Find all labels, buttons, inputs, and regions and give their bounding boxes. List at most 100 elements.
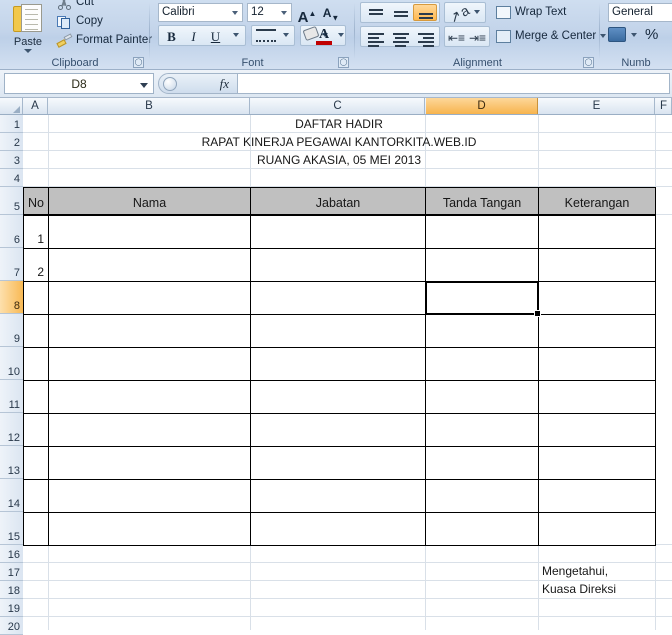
italic-button[interactable]: I — [183, 27, 204, 44]
table-cell-no[interactable] — [23, 347, 49, 381]
table-header-keterangan[interactable]: Keterangan — [538, 187, 656, 215]
cell-area[interactable]: DAFTAR HADIR RAPAT KINERJA PEGAWAI KANTO… — [23, 115, 672, 630]
table-cell-no[interactable] — [23, 479, 49, 513]
table-cell-no[interactable] — [23, 446, 49, 480]
percent-style-button[interactable]: % — [645, 26, 658, 43]
cell-title-line-2[interactable]: RAPAT KINERJA PEGAWAI KANTORKITA.WEB.ID — [23, 133, 655, 151]
row-header-1[interactable]: 1 — [0, 115, 23, 133]
row-header-3[interactable]: 3 — [0, 151, 23, 169]
table-cell-nama[interactable] — [48, 446, 251, 480]
row-header-10[interactable]: 10 — [0, 347, 23, 380]
formula-input[interactable] — [238, 73, 670, 94]
row-header-9[interactable]: 9 — [0, 314, 23, 347]
table-cell-tanda-tangan[interactable] — [425, 281, 539, 315]
cell-title-line-1[interactable]: DAFTAR HADIR — [23, 115, 655, 133]
table-cell-keterangan[interactable] — [538, 281, 656, 315]
table-cell-no[interactable] — [23, 281, 49, 315]
font-color-chevron-down-icon[interactable] — [338, 33, 344, 37]
cell-row-number-1[interactable]: 1 — [23, 215, 48, 248]
table-cell-tanda-tangan[interactable] — [425, 380, 539, 414]
font-name-select[interactable]: Calibri — [158, 3, 243, 22]
cell-signature-line-2[interactable]: Kuasa Direksi — [538, 580, 656, 598]
table-cell-keterangan[interactable] — [538, 314, 656, 348]
row-header-5[interactable]: 5 — [0, 187, 23, 215]
table-cell-nama[interactable] — [48, 281, 251, 315]
shrink-font-button[interactable]: A▼ — [320, 3, 342, 22]
table-cell-jabatan[interactable] — [250, 512, 426, 546]
row-header-8[interactable]: 8 — [0, 281, 23, 314]
table-cell-jabatan[interactable] — [250, 314, 426, 348]
underline-chevron-down-icon[interactable] — [233, 33, 239, 37]
row-header-13[interactable]: 13 — [0, 446, 23, 479]
table-cell-keterangan[interactable] — [538, 413, 656, 447]
row-header-4[interactable]: 4 — [0, 169, 23, 187]
row-header-14[interactable]: 14 — [0, 479, 23, 512]
name-box[interactable]: D8 — [4, 73, 154, 94]
table-cell-tanda-tangan[interactable] — [425, 413, 539, 447]
number-format-select[interactable]: General — [608, 3, 672, 22]
table-cell-no[interactable] — [23, 512, 49, 546]
table-cell-keterangan[interactable] — [538, 248, 656, 282]
merge-center-button[interactable]: Merge & Center — [495, 28, 607, 45]
row-header-12[interactable]: 12 — [0, 413, 23, 446]
cell-signature-line-1[interactable]: Mengetahui, — [538, 562, 656, 580]
table-cell-tanda-tangan[interactable] — [425, 512, 539, 546]
chevron-down-icon[interactable] — [232, 11, 238, 15]
table-cell-tanda-tangan[interactable] — [425, 314, 539, 348]
table-cell-no[interactable] — [23, 380, 49, 414]
table-cell-nama[interactable] — [48, 479, 251, 513]
table-cell-keterangan[interactable] — [538, 479, 656, 513]
underline-button[interactable]: U — [205, 27, 226, 44]
table-cell-jabatan[interactable] — [250, 380, 426, 414]
table-cell-jabatan[interactable] — [250, 248, 426, 282]
table-cell-jabatan[interactable] — [250, 281, 426, 315]
table-cell-jabatan[interactable] — [250, 479, 426, 513]
table-cell-nama[interactable] — [48, 314, 251, 348]
format-painter-button[interactable]: Format Painter — [55, 31, 152, 50]
table-cell-tanda-tangan[interactable] — [425, 248, 539, 282]
table-cell-nama[interactable] — [48, 215, 251, 249]
align-center-button[interactable] — [388, 28, 412, 47]
insert-function-icon[interactable] — [163, 77, 177, 91]
accounting-format-icon[interactable] — [608, 27, 626, 42]
chevron-down-icon[interactable] — [281, 11, 287, 15]
table-header-tanda-tangan[interactable]: Tanda Tangan — [425, 187, 539, 215]
row-header-15[interactable]: 15 — [0, 512, 23, 545]
table-cell-no[interactable] — [23, 413, 49, 447]
orientation-chevron-down-icon[interactable] — [474, 10, 480, 14]
table-cell-jabatan[interactable] — [250, 215, 426, 249]
row-header-20[interactable]: 20 — [0, 617, 23, 635]
table-cell-nama[interactable] — [48, 413, 251, 447]
row-header-19[interactable]: 19 — [0, 599, 23, 617]
align-right-button[interactable] — [413, 28, 437, 47]
borders-icon[interactable] — [256, 29, 276, 42]
table-cell-jabatan[interactable] — [250, 413, 426, 447]
column-header-c[interactable]: C — [251, 98, 425, 114]
bold-button[interactable]: B — [161, 27, 182, 44]
decrease-indent-icon[interactable]: ⇤≡ — [448, 31, 465, 45]
top-align-button[interactable] — [363, 4, 387, 21]
table-cell-keterangan[interactable] — [538, 215, 656, 249]
chevron-down-icon[interactable] — [140, 83, 148, 88]
table-cell-jabatan[interactable] — [250, 446, 426, 480]
cell-row-number-2[interactable]: 2 — [23, 248, 48, 281]
column-header-d[interactable]: D — [426, 98, 538, 114]
table-header-nama[interactable]: Nama — [48, 187, 251, 215]
row-header-17[interactable]: 17 — [0, 563, 23, 581]
cut-button[interactable]: Cut — [55, 0, 94, 12]
table-cell-tanda-tangan[interactable] — [425, 347, 539, 381]
table-cell-nama[interactable] — [48, 248, 251, 282]
row-header-16[interactable]: 16 — [0, 545, 23, 563]
column-header-e[interactable]: E — [539, 98, 655, 114]
cell-title-line-3[interactable]: RUANG AKASIA, 05 MEI 2013 — [23, 151, 655, 169]
table-cell-tanda-tangan[interactable] — [425, 446, 539, 480]
row-header-18[interactable]: 18 — [0, 581, 23, 599]
table-cell-nama[interactable] — [48, 347, 251, 381]
alignment-dialog-launcher[interactable]: ◯ — [583, 57, 594, 68]
table-cell-keterangan[interactable] — [538, 347, 656, 381]
increase-indent-icon[interactable]: ⇥≡ — [469, 31, 486, 45]
copy-button[interactable]: Copy — [55, 12, 103, 31]
select-all-corner[interactable] — [0, 98, 23, 114]
grow-font-button[interactable]: A▲ — [296, 3, 318, 26]
table-header-no[interactable]: No — [23, 187, 49, 215]
